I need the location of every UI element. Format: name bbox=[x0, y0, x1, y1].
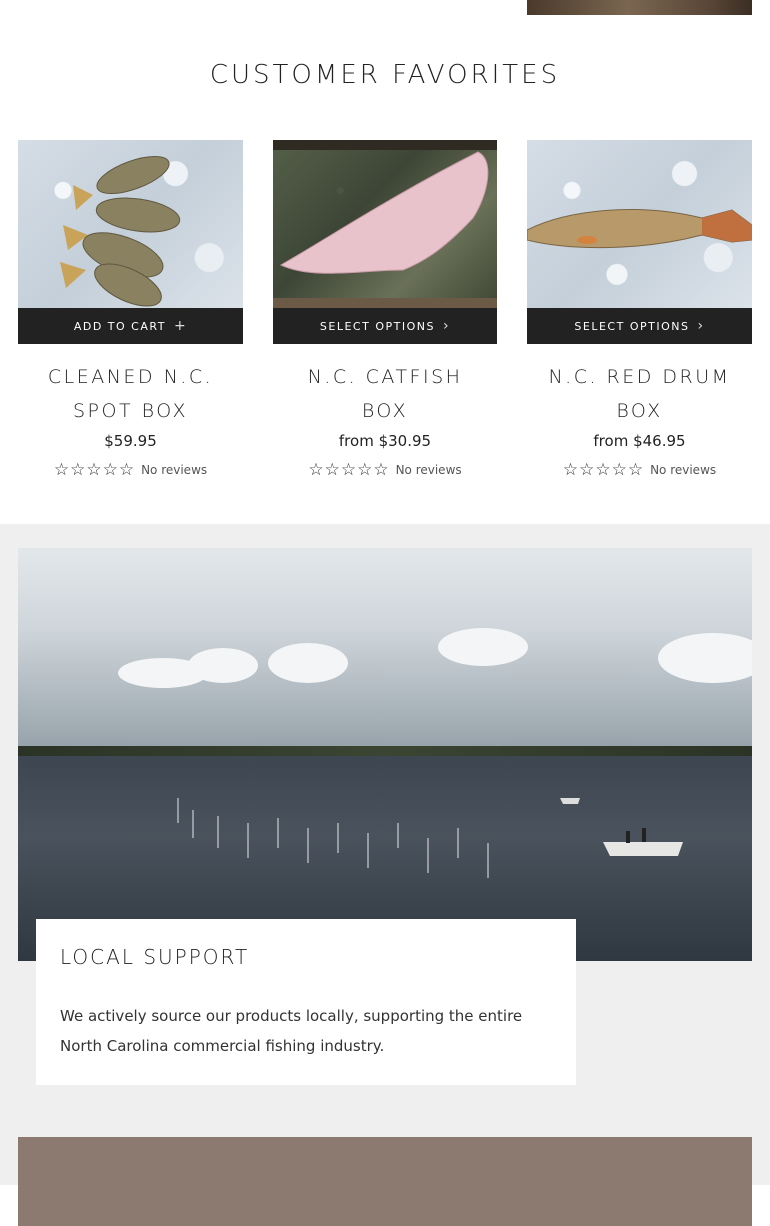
product-name[interactable]: N.C. CATFISH BOX bbox=[273, 360, 497, 428]
product-image-red-drum[interactable] bbox=[527, 140, 752, 308]
product-rating: ☆☆☆☆☆ No reviews bbox=[527, 460, 752, 480]
product-price: from $46.95 bbox=[593, 432, 686, 450]
star-icons: ☆☆☆☆☆ bbox=[562, 460, 645, 480]
star-icons: ☆☆☆☆☆ bbox=[308, 460, 390, 480]
button-label: SELECT OPTIONS bbox=[319, 319, 435, 333]
product-card-catfish[interactable]: SELECT OPTIONS › N.C. CATFISH BOX from $… bbox=[273, 140, 497, 480]
local-support-text: We actively source our products locally,… bbox=[60, 1007, 523, 1055]
product-image-spot[interactable] bbox=[18, 140, 243, 308]
previous-section-image bbox=[527, 0, 752, 15]
product-price: $59.95 bbox=[104, 432, 157, 450]
product-name[interactable]: N.C. RED DRUM BOX bbox=[527, 360, 752, 428]
button-label: SELECT OPTIONS bbox=[574, 319, 690, 333]
reviews-count: No reviews bbox=[395, 463, 462, 477]
product-card-spot[interactable]: ADD TO CART + CLEANED N.C. SPOT BOX $59.… bbox=[18, 140, 243, 480]
reviews-count: No reviews bbox=[650, 463, 717, 477]
plus-icon: + bbox=[173, 318, 188, 334]
add-to-cart-button[interactable]: ADD TO CART + bbox=[18, 308, 243, 344]
product-rating: ☆☆☆☆☆ No reviews bbox=[18, 460, 243, 480]
reviews-count: No reviews bbox=[141, 463, 208, 477]
star-icons: ☆☆☆☆☆ bbox=[53, 460, 136, 480]
chevron-right-icon: › bbox=[442, 318, 451, 334]
local-support-card: LOCAL SUPPORT We actively source our pro… bbox=[36, 919, 576, 1085]
product-rating: ☆☆☆☆☆ No reviews bbox=[273, 460, 497, 480]
button-label: ADD TO CART bbox=[73, 319, 166, 333]
select-options-button[interactable]: SELECT OPTIONS › bbox=[273, 308, 497, 344]
waterway-photo bbox=[18, 548, 752, 961]
next-section-image bbox=[18, 1137, 752, 1226]
product-card-red-drum[interactable]: SELECT OPTIONS › N.C. RED DRUM BOX from … bbox=[527, 140, 752, 480]
select-options-button[interactable]: SELECT OPTIONS › bbox=[527, 308, 752, 344]
product-image-catfish[interactable] bbox=[273, 140, 497, 308]
local-support-title: LOCAL SUPPORT bbox=[60, 945, 250, 969]
product-name[interactable]: CLEANED N.C. SPOT BOX bbox=[18, 360, 243, 428]
product-price: from $30.95 bbox=[338, 432, 432, 450]
section-title: CUSTOMER FAVORITES bbox=[209, 60, 561, 90]
chevron-right-icon: › bbox=[697, 318, 705, 334]
